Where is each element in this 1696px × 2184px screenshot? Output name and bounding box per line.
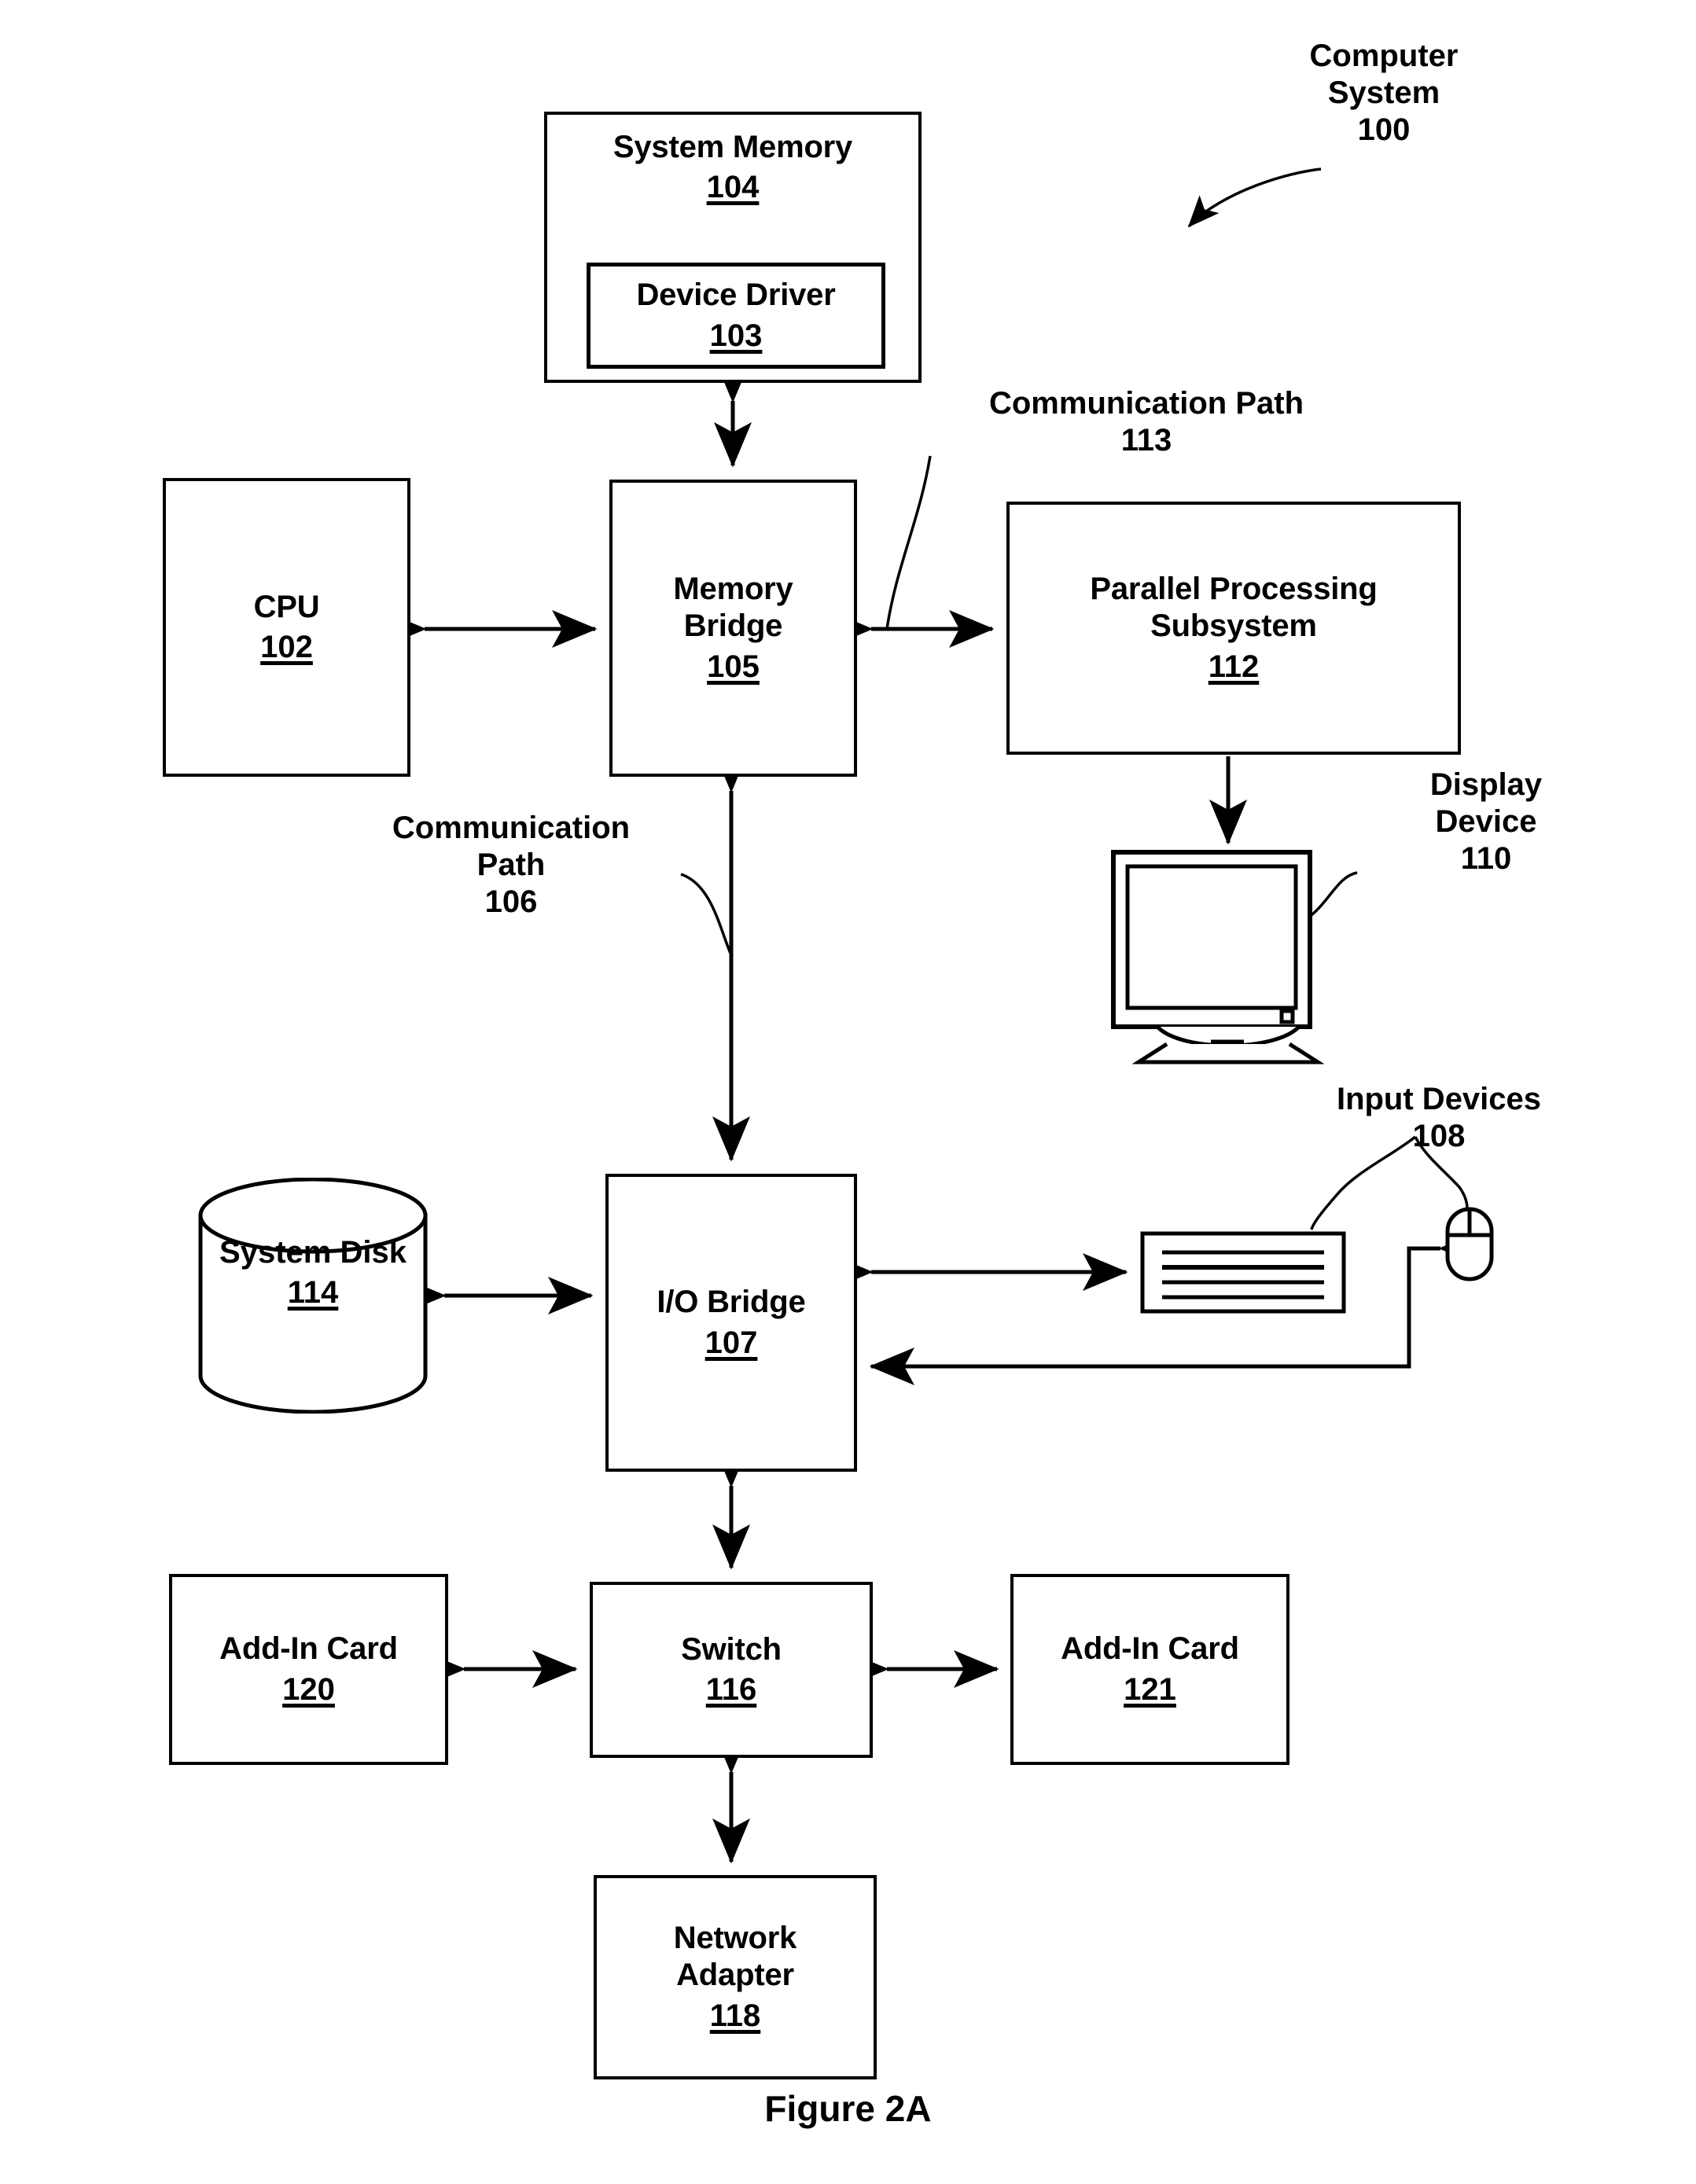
communication-path-113-label: Communication Path 113 (988, 386, 1304, 458)
keyboard-icon (1140, 1231, 1346, 1314)
add-in-card-121-box: Add-In Card 121 (1010, 1574, 1289, 1765)
leader-comm-106 (680, 873, 733, 956)
device-driver-number: 103 (709, 318, 763, 353)
parallel-processing-subsystem-title: Parallel Processing Subsystem (1090, 572, 1378, 644)
display-device-shape (1110, 849, 1346, 1065)
add-in-card-120-box: Add-In Card 120 (169, 1574, 448, 1765)
network-adapter-number: 118 (709, 1998, 761, 2033)
cpu-number: 102 (260, 630, 313, 664)
network-adapter-box: Network Adapter 118 (594, 1875, 877, 2079)
memory-bridge-number: 105 (707, 649, 760, 684)
system-disk-label: System Disk 114 (197, 1234, 429, 1311)
input-devices-label: Input Devices 108 (1336, 1082, 1542, 1154)
switch-title: Switch (681, 1631, 782, 1667)
system-disk-shape: System Disk 114 (197, 1177, 429, 1414)
io-bridge-number: 107 (705, 1325, 758, 1360)
cpu-title: CPU (253, 589, 320, 624)
memory-bridge-box: Memory Bridge 105 (609, 480, 857, 777)
io-bridge-title: I/O Bridge (657, 1285, 806, 1320)
leader-comm-113 (885, 455, 932, 630)
add-in-card-120-title: Add-In Card (219, 1631, 398, 1667)
device-driver-title: Device Driver (636, 278, 836, 313)
add-in-card-121-number: 121 (1124, 1671, 1176, 1707)
mouse-icon (1445, 1207, 1494, 1281)
switch-number: 116 (705, 1672, 757, 1707)
parallel-processing-subsystem-number: 112 (1208, 649, 1260, 684)
leader-computer-system (1187, 167, 1322, 228)
add-in-card-121-title: Add-In Card (1061, 1631, 1239, 1667)
keyboard-shape (1140, 1231, 1346, 1314)
switch-box: Switch 116 (590, 1582, 873, 1758)
system-disk-title: System Disk (219, 1235, 407, 1270)
monitor-icon (1111, 850, 1325, 1064)
computer-system-label: Computer System 100 (1309, 39, 1459, 148)
communication-path-106-label: Communication Path 106 (392, 811, 631, 920)
mouse-shape (1445, 1207, 1494, 1281)
add-in-card-120-number: 120 (282, 1671, 335, 1707)
patent-figure-page: System Memory 104 Device Driver 103 CPU … (0, 0, 1696, 2184)
device-driver-box: Device Driver 103 (587, 263, 885, 369)
figure-caption: Figure 2A (764, 2088, 932, 2129)
display-device-label: Display Device 110 (1429, 767, 1543, 877)
memory-bridge-title: Memory Bridge (673, 572, 793, 644)
network-adapter-title: Network Adapter (673, 1921, 797, 1993)
system-memory-box: System Memory 104 Device Driver 103 (544, 112, 922, 383)
parallel-processing-subsystem-box: Parallel Processing Subsystem 112 (1006, 502, 1461, 755)
io-bridge-box: I/O Bridge 107 (605, 1174, 857, 1472)
system-memory-number: 104 (706, 170, 760, 205)
system-memory-title: System Memory (613, 130, 853, 164)
system-disk-number: 114 (287, 1275, 339, 1311)
cpu-box: CPU 102 (163, 478, 410, 777)
